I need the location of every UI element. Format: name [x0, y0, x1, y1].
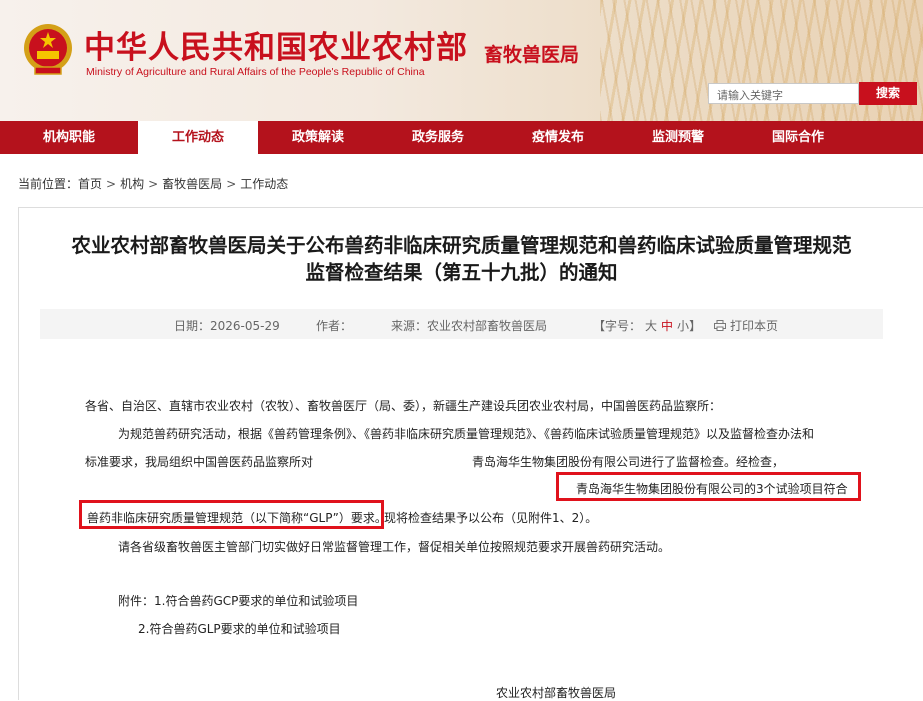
national-emblem-icon — [24, 24, 72, 75]
breadcrumb: 当前位置：首页 > 机构 > 畜牧兽医局 > 工作动态 — [18, 175, 288, 192]
article-title-line1: 农业农村部畜牧兽医局关于公布兽药非临床研究质量管理规范和兽药临床试验质量管理规范 — [71, 234, 852, 257]
nav-item-institution[interactable]: 机构职能 — [0, 121, 138, 154]
search-placeholder: 请输入关键字 — [717, 89, 783, 102]
paragraph1-line4b: 现将检查结果予以公布（见附件1、2）。 — [384, 511, 598, 525]
search-button[interactable]: 搜索 — [859, 82, 917, 105]
breadcrumb-institution[interactable]: 机构 — [120, 177, 144, 191]
breadcrumb-separator: > — [106, 177, 117, 191]
breadcrumb-prefix: 当前位置： — [18, 177, 79, 191]
article-meta-bar: 日期：2026-05-29 作者： 来源：农业农村部畜牧兽医局 【字号：大中小】… — [40, 309, 883, 339]
print-label: 打印本页 — [730, 319, 779, 333]
nav-item-policy[interactable]: 政策解读 — [258, 121, 378, 154]
paragraph1-line1: 为规范兽药研究活动，根据《兽药管理条例》、《兽药非临床研究质量管理规范》、《兽药… — [118, 427, 815, 441]
print-link[interactable]: 打印本页 — [714, 317, 778, 334]
article-author: 作者： — [316, 319, 353, 333]
nav-item-international[interactable]: 国际合作 — [738, 121, 858, 154]
breadcrumb-home[interactable]: 首页 — [78, 177, 102, 191]
printer-icon — [714, 320, 726, 331]
main-nav: 机构职能 工作动态 政策解读 政务服务 疫情发布 监测预警 国际合作 — [0, 121, 923, 154]
font-size-large[interactable]: 大 — [645, 319, 657, 333]
font-size-close: 】 — [689, 319, 702, 333]
attachment-2[interactable]: 2.符合兽药GLP要求的单位和试验项目 — [138, 620, 341, 637]
paragraph1-line2a: 标准要求，我局组织中国兽医药品监察所对 — [85, 455, 314, 469]
article-title-line2: 监督检查结果（第五十九批）的通知 — [305, 261, 618, 284]
salutation: 各省、自治区、直辖市农业农村（农牧）、畜牧兽医厅（局、委），新疆生产建设兵团农业… — [85, 399, 722, 413]
highlight-box-glp — [79, 500, 384, 529]
signature: 农业农村部畜牧兽医局 — [496, 686, 617, 700]
article-date: 日期：2026-05-29 — [174, 319, 280, 333]
nav-item-monitoring[interactable]: 监测预警 — [618, 121, 738, 154]
article-source: 来源：农业农村部畜牧兽医局 — [391, 319, 548, 333]
paragraph2: 请各省级畜牧兽医主管部门切实做好日常监督管理工作，督促相关单位按照规范要求开展兽… — [118, 540, 671, 554]
breadcrumb-separator: > — [226, 177, 237, 191]
breadcrumb-bureau[interactable]: 畜牧兽医局 — [162, 177, 222, 191]
highlight-box-company — [556, 472, 861, 501]
site-title-en: Ministry of Agriculture and Rural Affair… — [86, 66, 425, 78]
attachment-1[interactable]: 附件：1.符合兽药GCP要求的单位和试验项目 — [118, 592, 358, 609]
article-title: 农业农村部畜牧兽医局关于公布兽药非临床研究质量管理规范和兽药临床试验质量管理规范… — [0, 232, 923, 286]
breadcrumb-work-news[interactable]: 工作动态 — [240, 177, 288, 191]
bureau-name[interactable]: 畜牧兽医局 — [484, 40, 579, 67]
font-size-medium[interactable]: 中 — [661, 319, 673, 333]
search-input[interactable]: 请输入关键字 — [708, 83, 859, 104]
nav-item-epidemic[interactable]: 疫情发布 — [498, 121, 618, 154]
nav-item-services[interactable]: 政务服务 — [378, 121, 498, 154]
font-size-small[interactable]: 小 — [677, 319, 689, 333]
nav-item-work-news[interactable]: 工作动态 — [138, 121, 258, 154]
breadcrumb-separator: > — [148, 177, 159, 191]
font-size-label: 【字号： — [593, 319, 642, 333]
header-banner: 中华人民共和国农业农村部 Ministry of Agriculture and… — [0, 0, 923, 121]
site-title[interactable]: 中华人民共和国农业农村部 — [84, 22, 468, 67]
font-size-control: 【字号：大中小】 — [593, 317, 701, 334]
paragraph1-line2b: 青岛海华生物集团股份有限公司进行了监督检查。经检查， — [472, 455, 785, 469]
